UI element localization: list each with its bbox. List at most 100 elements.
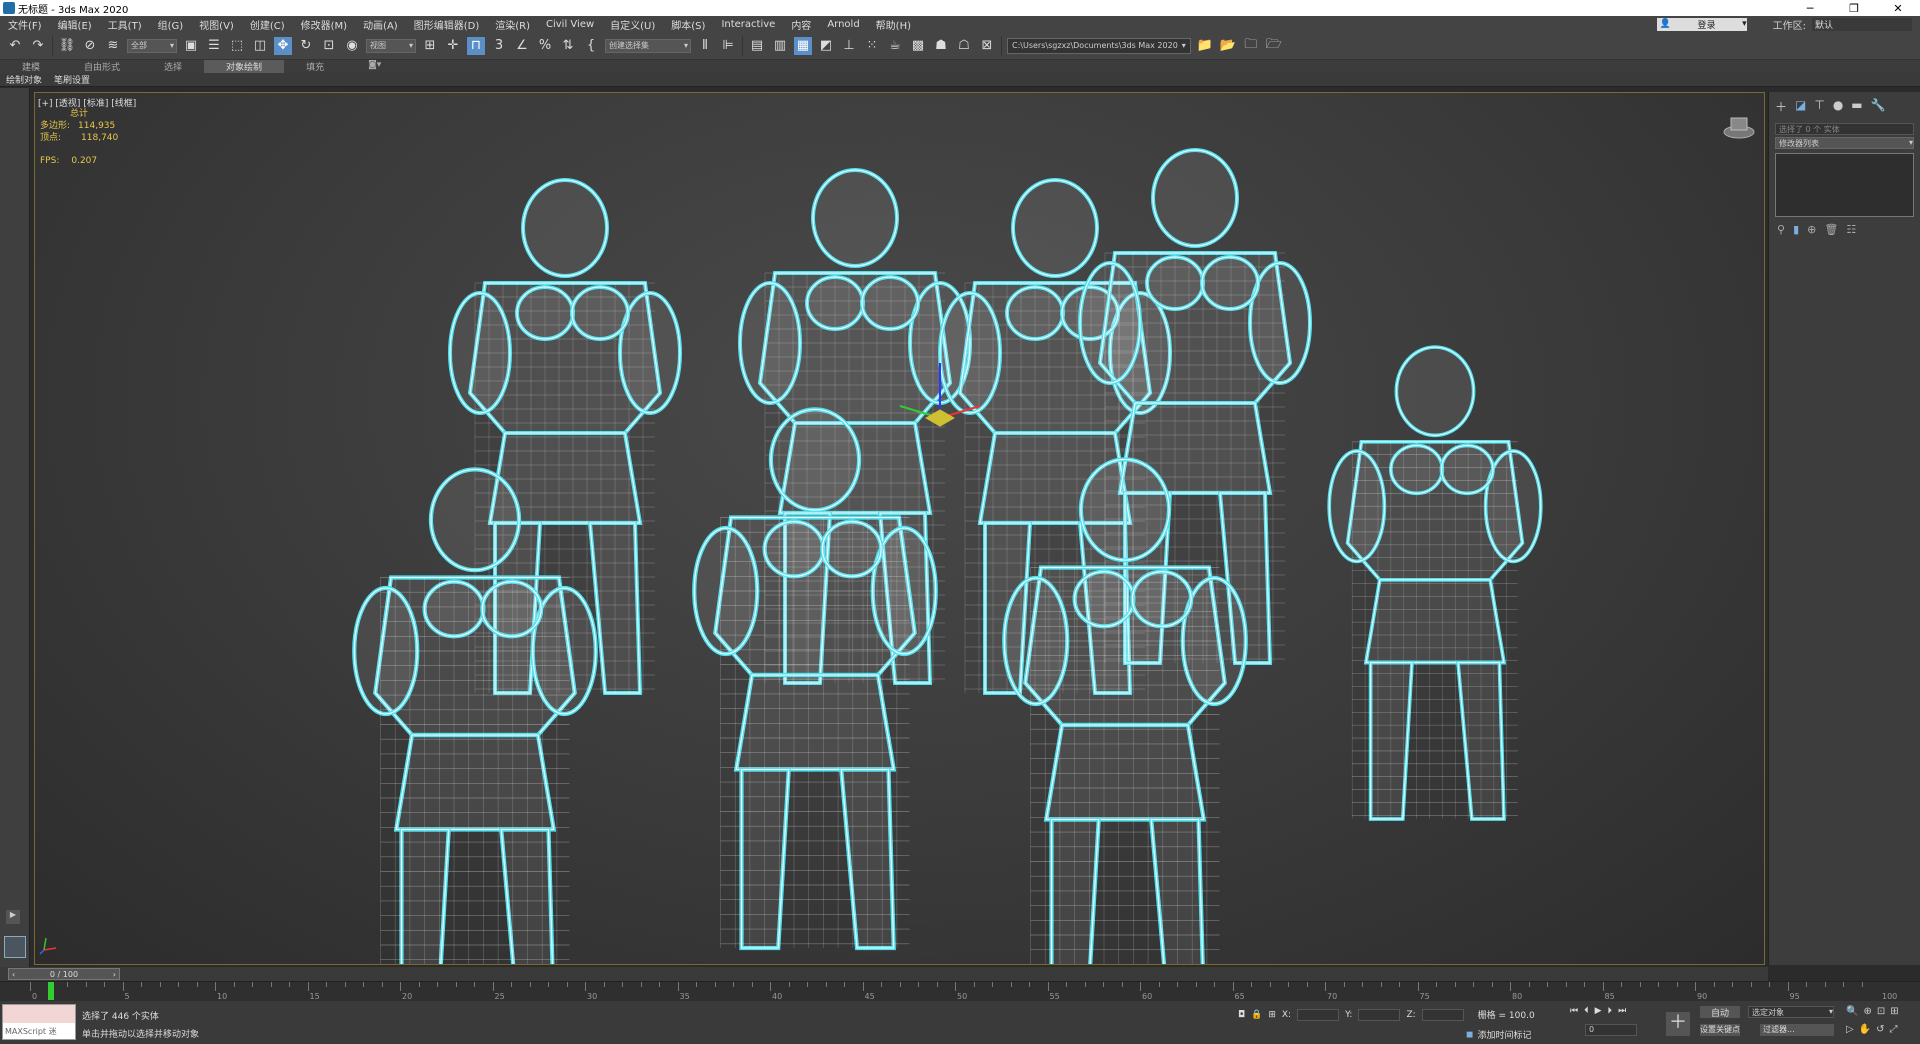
scene-explorer-icon[interactable]: ▤ <box>748 37 766 55</box>
selection-filter-dropdown[interactable]: 全部 ▾ <box>127 38 177 53</box>
select-rotate-icon[interactable]: ↻ <box>297 37 315 55</box>
layer-explorer-icon[interactable]: ▥ <box>771 37 789 55</box>
show-end-result-icon[interactable]: ▮ <box>1793 223 1799 236</box>
previous-key-icon[interactable]: ⏴ <box>1584 1006 1589 1016</box>
tab-selection[interactable]: 选择 <box>142 60 204 73</box>
zoom-icon[interactable]: 🔍 <box>1846 1006 1858 1017</box>
align-icon[interactable]: ⊫ <box>719 37 737 55</box>
menu-customize[interactable]: 自定义(U) <box>602 17 663 32</box>
angle-snap-icon[interactable]: ∠ <box>513 37 531 55</box>
set-key-icon[interactable]: ＋ <box>1666 1012 1690 1036</box>
select-scale-icon[interactable]: ⊡ <box>320 37 338 55</box>
current-frame-field[interactable]: 0 <box>1585 1024 1637 1036</box>
menu-content[interactable]: 内容 <box>783 17 819 32</box>
menu-tools[interactable]: 工具(T) <box>100 17 150 32</box>
motion-tab-icon[interactable]: ● <box>1833 98 1843 115</box>
keyboard-shortcut-override-icon[interactable]: ⊓ <box>467 36 485 55</box>
paint-objects-panel[interactable]: 绘制对象 <box>0 73 48 86</box>
time-slider[interactable]: ‹ 0 / 100 › <box>0 967 1768 981</box>
play-icon[interactable]: ▶ <box>1595 1006 1602 1016</box>
display-tab-icon[interactable]: ▬ <box>1851 98 1862 115</box>
goto-end-icon[interactable]: ⏭ <box>1618 1006 1626 1016</box>
tab-object-paint[interactable]: 对象绘制 <box>204 60 285 73</box>
utilities-tab-icon[interactable]: 🔧 <box>1871 98 1886 115</box>
unlink-icon[interactable]: ⊘ <box>81 37 99 55</box>
pin-stack-icon[interactable]: ⚲ <box>1777 223 1785 236</box>
spinner-snap-icon[interactable]: ⇅ <box>559 37 577 55</box>
character-wireframe[interactable] <box>352 467 598 965</box>
schematic-view-icon[interactable]: ⊥ <box>840 37 858 55</box>
select-by-name-icon[interactable]: ☰ <box>205 37 223 55</box>
maxscript-listener[interactable]: MAXScript 迷 <box>2 1004 76 1040</box>
track-bar[interactable]: 0 5 10 15 20 25 30 35 40 45 50 55 60 65 70 75 80 85 90 95 10… <box>0 981 1920 1001</box>
ribbon-toggle-icon[interactable]: ▦ <box>794 36 812 55</box>
open-project-icon[interactable]: 📂 <box>1219 37 1237 55</box>
menu-views[interactable]: 视图(V) <box>191 17 242 32</box>
render-in-cloud-icon[interactable]: ⊠ <box>978 37 996 55</box>
z-coord-field[interactable] <box>1421 1008 1464 1021</box>
configure-modifier-sets-icon[interactable]: ☷ <box>1846 223 1856 236</box>
menu-interactive[interactable]: Interactive <box>713 19 783 30</box>
rendered-frame-window-icon[interactable]: ▩ <box>909 37 927 55</box>
render-iterative-icon[interactable]: ☖ <box>955 37 973 55</box>
menu-modifiers[interactable]: 修改器(M) <box>293 17 355 32</box>
maximize-viewport-icon[interactable]: ⤢ <box>1890 1024 1898 1035</box>
create-tab-icon[interactable]: ＋ <box>1775 98 1787 115</box>
link-icon[interactable]: ⛓ <box>58 37 76 55</box>
project-settings-icon[interactable]: 🗁 <box>1265 37 1283 55</box>
render-production-icon[interactable]: ☗ <box>932 37 950 55</box>
zoom-extents-icon[interactable]: ⊡ <box>1877 1006 1885 1017</box>
named-selection-set-dropdown[interactable]: 创建选择集 ▾ <box>605 38 691 53</box>
time-slider-knob[interactable]: ‹ 0 / 100 › <box>8 968 120 980</box>
key-filters-button[interactable]: 过滤器... <box>1760 1024 1834 1036</box>
percent-snap-icon[interactable]: % <box>536 37 554 55</box>
menu-animation[interactable]: 动画(A) <box>355 17 406 32</box>
next-frame-icon[interactable]: › <box>113 970 116 979</box>
select-manipulate-icon[interactable]: ✛ <box>444 37 462 55</box>
viewport-layout-thumb[interactable] <box>4 936 26 958</box>
menu-civil-view[interactable]: Civil View <box>538 19 602 30</box>
project-path-field[interactable]: C:\Users\sgzxz\Documents\3ds Max 2020 ▾ <box>1007 37 1191 54</box>
y-coord-field[interactable] <box>1358 1008 1401 1021</box>
zoom-extents-all-icon[interactable]: ⊞ <box>1890 1006 1898 1017</box>
login-dropdown[interactable]: 👤 登录 ▾ <box>1656 17 1747 31</box>
hierarchy-tab-icon[interactable]: ⊤ <box>1814 98 1824 115</box>
auto-key-button[interactable]: 自动 <box>1700 1006 1740 1019</box>
viewcube-icon[interactable] <box>1722 108 1756 142</box>
pan-icon[interactable]: ✋ <box>1859 1024 1871 1035</box>
absolute-mode-icon[interactable]: ⊞ <box>1268 1010 1276 1020</box>
rect-selection-icon[interactable]: ⬚ <box>228 37 246 55</box>
character-wireframe[interactable] <box>1327 345 1543 821</box>
edit-named-sets-icon[interactable]: { <box>582 37 600 55</box>
project-folder-icon[interactable]: 📁 <box>1196 37 1214 55</box>
select-move-icon[interactable]: ✥ <box>274 36 292 55</box>
material-editor-icon[interactable]: ⁙ <box>863 37 881 55</box>
select-object-icon[interactable]: ▣ <box>182 37 200 55</box>
maxscript-output[interactable] <box>3 1005 75 1023</box>
goto-start-icon[interactable]: ⏮ <box>1570 1006 1578 1016</box>
menu-rendering[interactable]: 渲染(R) <box>487 17 538 32</box>
tab-freeform[interactable]: 自由形式 <box>62 60 142 73</box>
close-button[interactable]: ✕ <box>1876 2 1920 15</box>
selection-name-field[interactable]: 选择了 0 个 实体 <box>1775 123 1914 135</box>
make-unique-icon[interactable]: ⊕ <box>1807 223 1816 236</box>
time-tag-icon[interactable]: ◼ <box>1466 1030 1473 1040</box>
lock-selection-icon[interactable]: 🔒 <box>1251 1010 1262 1020</box>
mirror-icon[interactable]: ⫴ <box>696 37 714 55</box>
key-filter-dropdown[interactable]: 选定对象 ▾ <box>1748 1006 1834 1018</box>
expand-layout-icon[interactable]: ▶ <box>6 910 20 924</box>
select-place-icon[interactable]: ◉ <box>343 37 361 55</box>
menu-file[interactable]: 文件(F) <box>0 17 50 32</box>
restore-button[interactable]: ❐ <box>1832 2 1876 15</box>
maxscript-input[interactable]: MAXScript 迷 <box>3 1023 75 1039</box>
perspective-viewport[interactable] <box>34 92 1765 965</box>
orbit-icon[interactable]: ↺ <box>1876 1024 1884 1035</box>
remove-modifier-icon[interactable]: 🗑 <box>1824 223 1838 236</box>
create-project-icon[interactable]: 🗀 <box>1242 37 1260 55</box>
brush-settings-panel[interactable]: 笔刷设置 <box>48 73 96 86</box>
menu-create[interactable]: 创建(C) <box>242 17 293 32</box>
fov-icon[interactable]: ▷ <box>1846 1024 1854 1035</box>
modifier-list-dropdown[interactable]: 修改器列表 ▾ <box>1775 137 1914 149</box>
menu-edit[interactable]: 编辑(E) <box>50 17 100 32</box>
menu-arnold[interactable]: Arnold <box>819 19 867 30</box>
